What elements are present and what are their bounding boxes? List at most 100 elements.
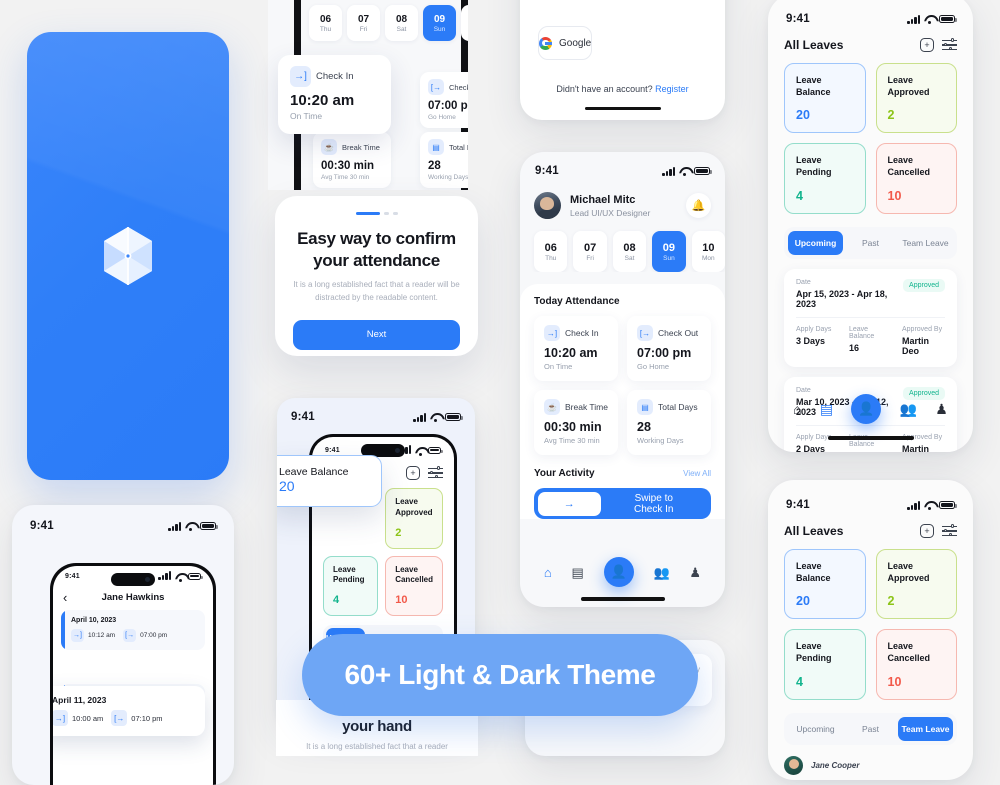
tab-team-icon[interactable]: 👥 (900, 402, 917, 416)
card-head: ☕ Break Time (544, 399, 608, 415)
plus-box-icon[interactable]: + (406, 466, 420, 480)
day-chip[interactable]: 10Mon (691, 231, 725, 272)
tab-leaves-icon[interactable]: ▤ (820, 402, 833, 416)
day-chip[interactable]: 07 Fri (573, 231, 607, 272)
leave-balance-card[interactable]: Leave Balance 20 (784, 63, 866, 134)
leave-approved-card[interactable]: Leave Approved 2 (875, 549, 957, 620)
team-leave-row[interactable]: Jane Cooper (784, 755, 957, 775)
register-link[interactable]: Register (655, 84, 689, 94)
leave-record-card[interactable]: Date Apr 15, 2023 - Apr 18, 2023 Approve… (784, 268, 957, 367)
day-chip-selected[interactable]: 09 Sun (652, 231, 686, 272)
card-value: 10:20 am (290, 92, 355, 109)
avatar[interactable] (534, 192, 561, 219)
day-chip[interactable]: 07 Fri (347, 5, 380, 41)
fab-attendance-button[interactable]: 👤 (851, 394, 882, 424)
login-screen-fragment: Google Didn't have an account? Register (520, 0, 725, 120)
card-label: Check In (565, 328, 599, 338)
user-role: Lead UI/UX Designer (570, 207, 651, 218)
view-all-link[interactable]: View All (683, 469, 711, 478)
tab-upcoming[interactable]: Upcoming (788, 230, 843, 255)
tab-home-icon[interactable]: ⌂ (793, 402, 801, 416)
card-value: 28 (428, 160, 441, 172)
attendance-detail-screen: 9:41 9:41 ‹ Jane Hawkins April 10, 2023 … (12, 505, 234, 785)
tab-past[interactable]: Past (843, 231, 898, 255)
tab-team-leave[interactable]: Team Leave (898, 716, 953, 741)
status-icons (413, 412, 463, 422)
date-label: Date (796, 278, 811, 286)
attendance-row-highlighted[interactable]: April 11, 2023 →] 10:00 am [→ 07:10 pm (53, 686, 205, 736)
day-chip[interactable]: 08 Sat (385, 5, 418, 41)
tab-profile-icon[interactable]: ♟ (935, 402, 948, 416)
day-chip[interactable]: 06 Thu (534, 231, 568, 272)
break-time-card[interactable]: ☕ Break Time 00:30 min Avg Time 30 min (313, 132, 391, 188)
filter-sliders-icon[interactable] (942, 38, 957, 51)
leave-approved-card[interactable]: Leave Approved 2 (385, 488, 443, 549)
check-in-card-highlighted[interactable]: →] Check In 10:20 am On Time (278, 55, 391, 134)
card-head: [→ Check Out (637, 325, 701, 341)
total-days-card[interactable]: ▤ Total Days 28 Working Days (627, 390, 711, 455)
status-bar: 9:41 (12, 515, 234, 537)
back-chevron-icon[interactable]: ‹ (63, 590, 67, 605)
card-value: 2 (887, 108, 895, 123)
google-signin-button[interactable]: Google (538, 26, 593, 60)
next-button[interactable]: Next (293, 319, 460, 350)
leave-pending-card[interactable]: Leave Pending 4 (784, 629, 866, 700)
tab-past[interactable]: Past (843, 717, 898, 741)
leave-balance-card-highlighted[interactable]: Leave Balance 20 (277, 455, 382, 507)
filter-sliders-icon[interactable] (428, 466, 443, 479)
break-time-card[interactable]: ☕ Break Time 00:30 min Avg Time 30 min (534, 390, 618, 455)
leave-balance-card[interactable]: Leave Balance 20 (784, 549, 866, 620)
card-label: Total Days (449, 142, 468, 152)
card-value: 20 (333, 527, 368, 539)
leave-cancelled-card[interactable]: Leave Cancelled 10 (385, 555, 443, 617)
check-in-card[interactable]: →] Check In 10:20 am On Time (534, 316, 618, 381)
onboarding-subtitle: It is a long established fact that a rea… (293, 280, 460, 302)
dot-active[interactable] (355, 212, 380, 216)
detail-device-frame: 9:41 ‹ Jane Hawkins April 10, 2023 →] 10… (50, 563, 216, 785)
tab-team-leave[interactable]: Team Leave (898, 231, 953, 255)
login-arrow-icon: →] (53, 710, 68, 726)
check-out-card[interactable]: [→ Check Out 07:00 pm Go Home (420, 72, 468, 128)
card-label: Leave Pending (796, 155, 832, 178)
card-value: 28 (637, 420, 651, 434)
day-chip-selected[interactable]: 09 Sun (423, 5, 456, 41)
swipe-to-check-in[interactable]: → Swipe to Check In (534, 488, 711, 519)
fab-attendance-button[interactable]: 👤 (603, 557, 634, 587)
day-name: Sun (433, 25, 446, 33)
wifi-icon (430, 413, 441, 422)
detail-navbar: ‹ Jane Hawkins (53, 590, 213, 605)
leave-cancelled-card[interactable]: Leave Cancelled 10 (875, 629, 957, 700)
attendance-sheet: Today Attendance →] Check In 10:20 am On… (520, 284, 725, 519)
leave-cancelled-card[interactable]: Leave Cancelled 10 (875, 143, 957, 214)
day-chip[interactable]: 06 Thu (309, 5, 342, 41)
leave-approved-card[interactable]: Leave Approved 2 (875, 63, 957, 134)
card-label: Check Out (658, 328, 699, 338)
tab-home-icon[interactable]: ⌂ (544, 566, 552, 579)
day-chip[interactable]: 10Mon (461, 5, 468, 41)
arrow-right-icon[interactable]: → (538, 491, 601, 516)
dot[interactable] (383, 212, 389, 216)
plus-box-icon[interactable]: + (920, 524, 934, 538)
check-out-card[interactable]: [→ Check Out 07:00 pm Go Home (627, 316, 711, 381)
status-bar: 9:41 (768, 494, 973, 516)
home-indicator (580, 597, 665, 601)
leave-pending-card[interactable]: Leave Pending 4 (323, 555, 379, 617)
bell-icon[interactable]: 🔔 (686, 193, 711, 218)
attendance-row[interactable]: April 10, 2023 →] 10:12 am [→ 07:00 pm (61, 610, 205, 650)
filter-sliders-icon[interactable] (942, 524, 957, 537)
check-in-time: →] 10:12 am (71, 629, 115, 642)
dot[interactable] (392, 212, 398, 216)
tab-upcoming[interactable]: Upcoming (788, 717, 843, 741)
leave-pending-card[interactable]: Leave Pending 4 (784, 143, 866, 214)
tab-profile-icon[interactable]: ♟ (689, 566, 701, 579)
total-days-card[interactable]: ▤ Total Days 28 Working Days (420, 132, 468, 188)
field-value: 19 (849, 451, 892, 452)
leave-tabs: Upcoming Past Team Leave (784, 712, 957, 745)
tab-reports-icon[interactable]: ▤ (572, 566, 584, 579)
plus-box-icon[interactable]: + (920, 38, 934, 52)
login-arrow-icon: →] (544, 325, 560, 341)
tab-team-icon[interactable]: 👥 (653, 566, 669, 579)
check-in-time: →] 10:00 am (53, 710, 103, 726)
onboarding-card: Easy way to confirm your attendance It i… (275, 196, 478, 356)
day-chip[interactable]: 08 Sat (612, 231, 647, 272)
